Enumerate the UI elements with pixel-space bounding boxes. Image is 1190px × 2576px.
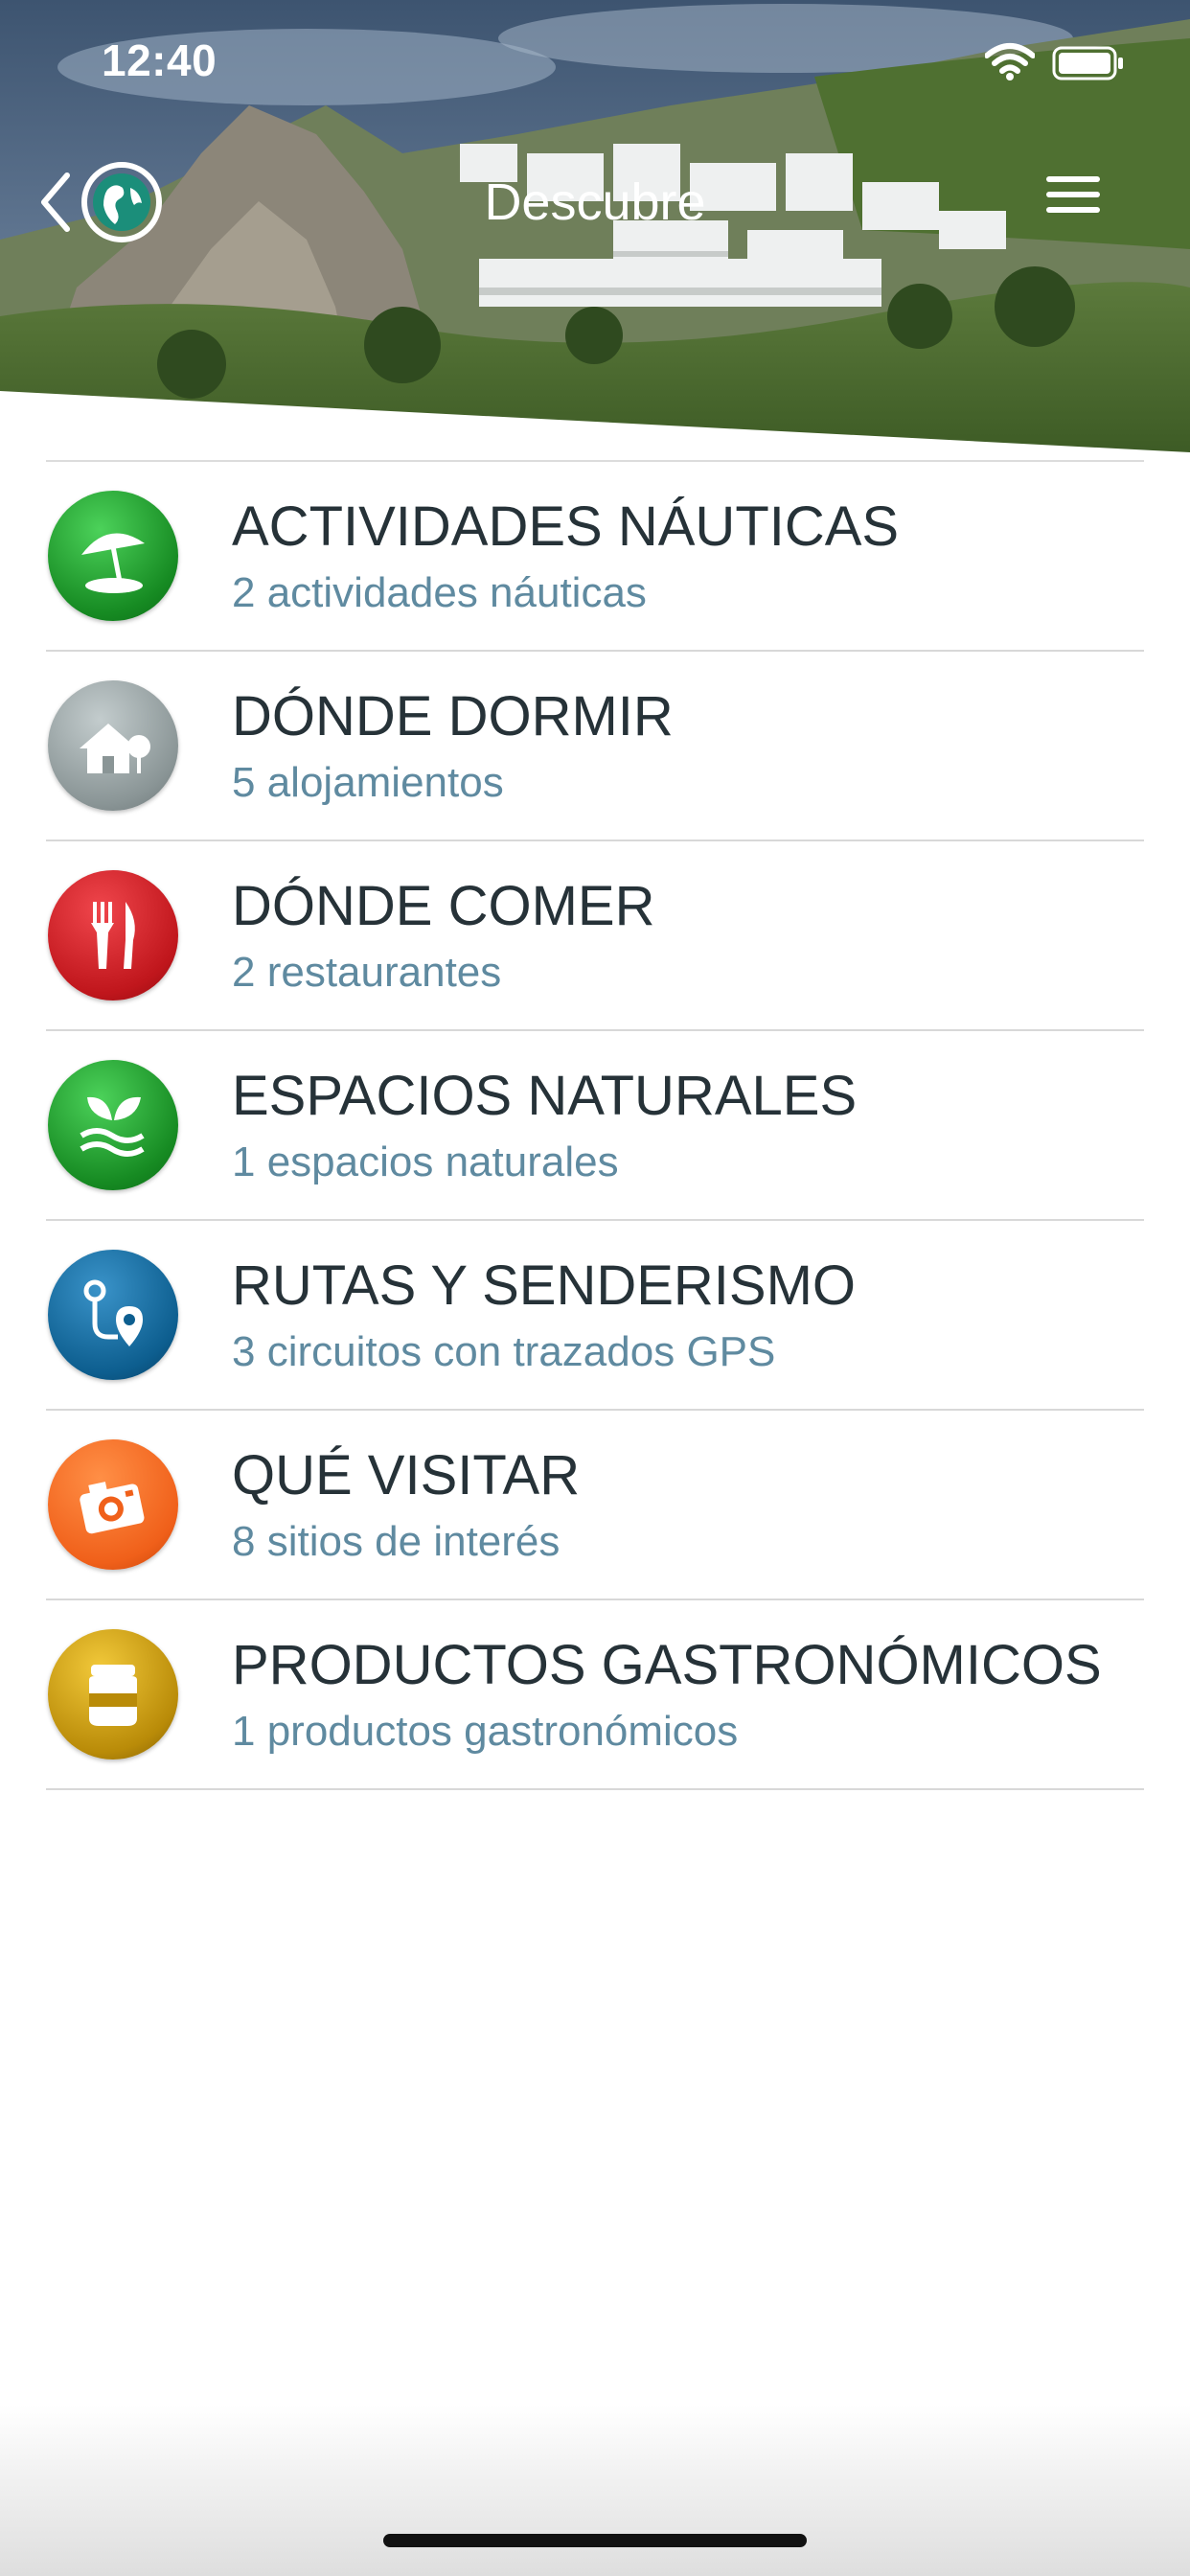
bottom-safe-area: [0, 2405, 1190, 2576]
item-subtitle: 5 alojamientos: [232, 759, 504, 806]
menu-button[interactable]: [1046, 172, 1104, 218]
route-pin-icon: [48, 1250, 178, 1380]
home-indicator[interactable]: [383, 2534, 807, 2547]
category-list: ACTIVIDADES NÁUTICAS 2 actividades náuti…: [46, 460, 1144, 1790]
page-title: Descubre: [484, 173, 706, 231]
item-subtitle: 3 circuitos con trazados GPS: [232, 1328, 776, 1375]
list-item-productos-gastronomicos[interactable]: PRODUCTOS GASTRONÓMICOS 1 productos gast…: [46, 1600, 1144, 1790]
item-title: DÓNDE DORMIR: [232, 685, 674, 748]
list-item-espacios-naturales[interactable]: ESPACIOS NATURALES 1 espacios naturales: [46, 1031, 1144, 1221]
item-title: DÓNDE COMER: [232, 875, 655, 937]
status-time: 12:40: [102, 35, 217, 85]
item-title: ACTIVIDADES NÁUTICAS: [232, 495, 900, 558]
item-title: QUÉ VISITAR: [232, 1444, 581, 1506]
list-item-donde-dormir[interactable]: DÓNDE DORMIR 5 alojamientos: [46, 652, 1144, 841]
list-item-que-visitar[interactable]: QUÉ VISITAR 8 sitios de interés: [46, 1411, 1144, 1600]
item-title: RUTAS Y SENDERISMO: [232, 1254, 857, 1317]
item-title: ESPACIOS NATURALES: [232, 1065, 858, 1127]
item-subtitle: 2 actividades náuticas: [232, 569, 647, 616]
leaf-icon: [48, 1060, 178, 1190]
item-subtitle: 8 sitios de interés: [232, 1518, 561, 1565]
item-subtitle: 2 restaurantes: [232, 949, 502, 996]
wifi-icon: [985, 43, 1035, 80]
item-subtitle: 1 espacios naturales: [232, 1138, 619, 1185]
camera-icon: [48, 1439, 178, 1570]
fork-knife-icon: [48, 870, 178, 1000]
hamburger-line: [1046, 192, 1100, 197]
list-item-rutas-senderismo[interactable]: RUTAS Y SENDERISMO 3 circuitos con traza…: [46, 1221, 1144, 1411]
header-banner: 12:40 Descubre: [0, 0, 1190, 460]
beach-umbrella-icon: [48, 491, 178, 621]
hamburger-menu-icon: [1046, 176, 1100, 182]
jar-icon: [48, 1629, 178, 1760]
item-subtitle: 1 productos gastronómicos: [232, 1708, 739, 1755]
list-item-donde-comer[interactable]: DÓNDE COMER 2 restaurantes: [46, 841, 1144, 1031]
list-item-actividades-nauticas[interactable]: ACTIVIDADES NÁUTICAS 2 actividades náuti…: [46, 462, 1144, 652]
item-title: PRODUCTOS GASTRONÓMICOS: [232, 1634, 1102, 1696]
hamburger-line: [1046, 207, 1100, 213]
battery-icon: [1052, 46, 1123, 80]
house-icon: [48, 680, 178, 811]
